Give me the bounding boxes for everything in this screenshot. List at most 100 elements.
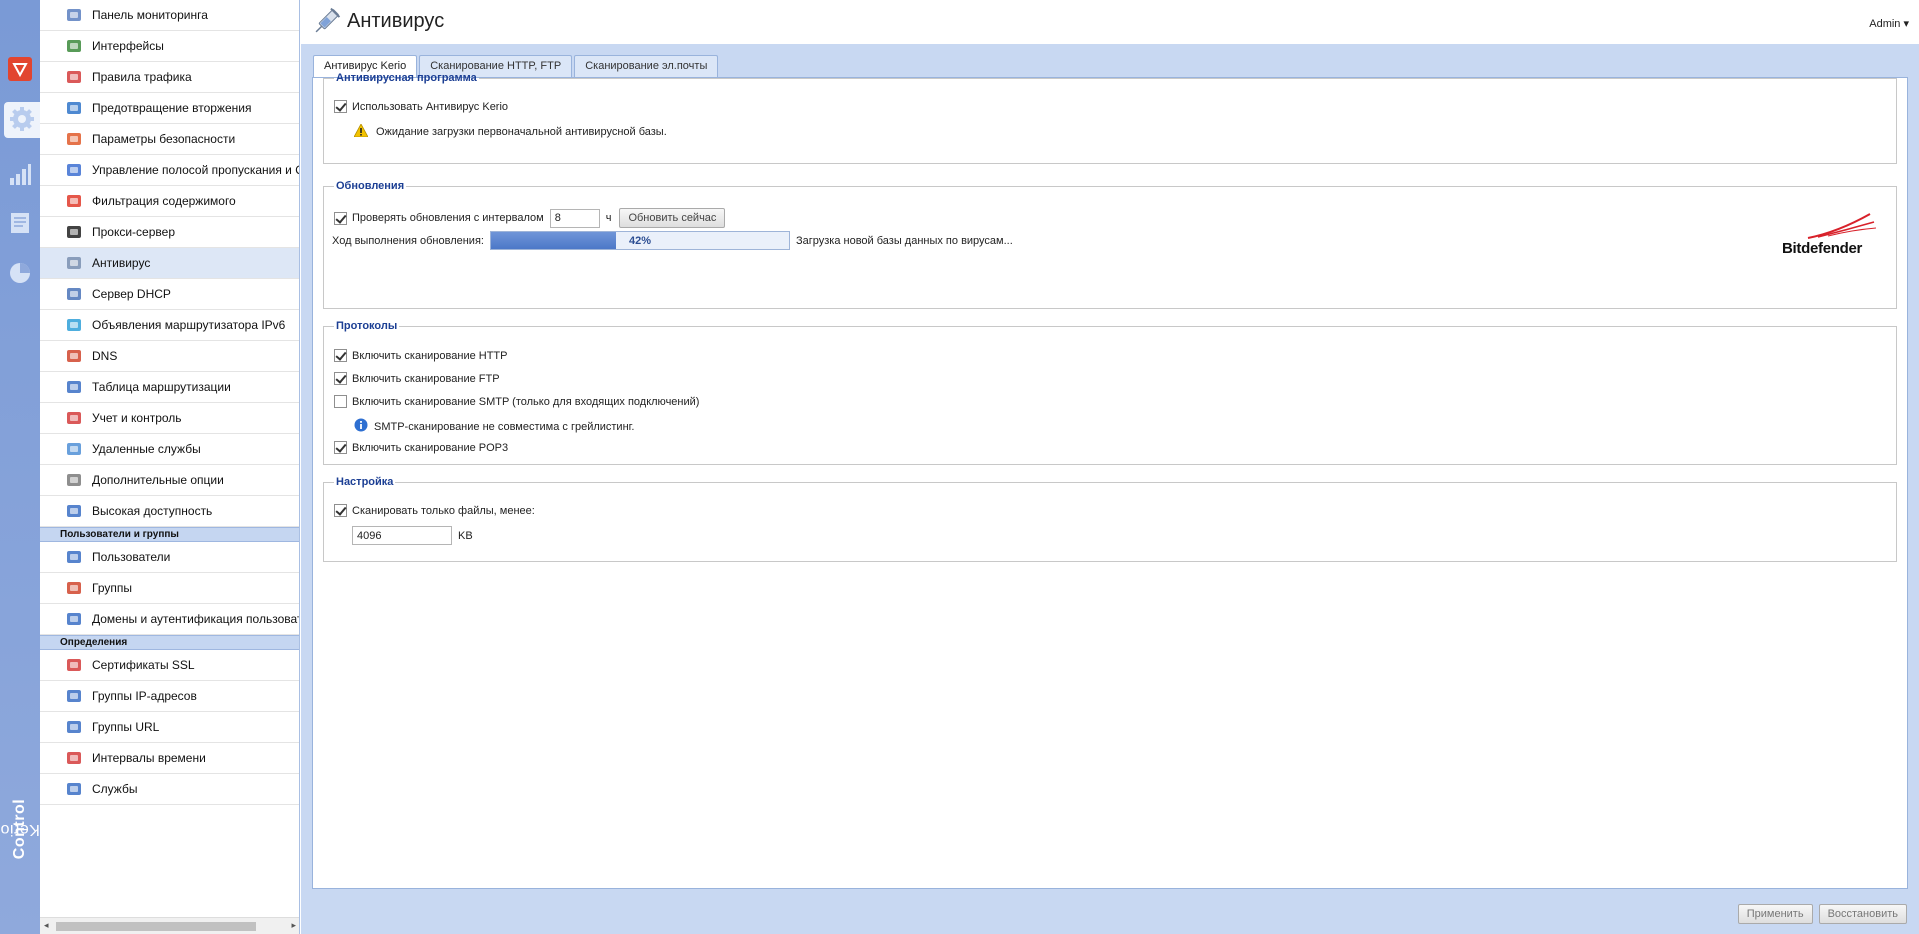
bandwidth-icon: [64, 161, 84, 179]
nav-item-label: Объявления маршрутизатора IPv6: [92, 318, 286, 332]
scroll-right-icon[interactable]: ▸: [291, 920, 296, 931]
use-kerio-label: Использовать Антивирус Kerio: [352, 100, 509, 113]
warning-row: Ожидание загрузки первоначальной антивир…: [353, 123, 667, 140]
nav-item-6[interactable]: Фильтрация содержимого: [40, 186, 299, 217]
progress-label: Ход выполнения обновления:: [332, 234, 484, 247]
main-area: Антивирус Admin ▾ Антивирус Kerio Сканир…: [301, 0, 1919, 934]
nav-item-label: Сервер DHCP: [92, 287, 171, 301]
nav-definitions-item-3[interactable]: Интервалы времени: [40, 743, 299, 774]
gear-icon: [9, 106, 35, 135]
dns-icon: [64, 347, 84, 365]
nav-item-label: Группы: [92, 581, 132, 595]
nav-item-label: Удаленные службы: [92, 442, 201, 456]
updates-legend: Обновления: [336, 180, 405, 192]
check-updates-label: Проверять обновления с интервалом: [352, 212, 544, 224]
nav-definitions-item-2[interactable]: Группы URL: [40, 712, 299, 743]
nav-group-definitions: Определения: [40, 635, 299, 650]
nav-item-0[interactable]: Панель мониторинга: [40, 0, 299, 31]
nav-definitions-item-1[interactable]: Группы IP-адресов: [40, 681, 299, 712]
security-app-button[interactable]: [0, 52, 40, 88]
nav-item-label: Антивирус: [92, 256, 151, 270]
status-app-button[interactable]: [0, 157, 40, 193]
nav-item-11[interactable]: DNS: [40, 341, 299, 372]
nav-item-9[interactable]: Сервер DHCP: [40, 279, 299, 310]
nav-item-label: Учет и контроль: [92, 411, 182, 425]
nav-item-label: DNS: [92, 349, 118, 363]
scan-limit-row: Сканировать только файлы, менее:: [334, 504, 535, 517]
nav-item-label: Панель мониторинга: [92, 8, 208, 22]
update-interval-input[interactable]: [549, 208, 600, 228]
nav-item-14[interactable]: Удаленные службы: [40, 434, 299, 465]
nav-item-label: Правила трафика: [92, 70, 192, 84]
nav-item-15[interactable]: Дополнительные опции: [40, 465, 299, 496]
options-icon: [64, 471, 84, 489]
smtp-scan-checkbox[interactable]: [334, 395, 347, 408]
restore-button[interactable]: Восстановить: [1818, 904, 1907, 924]
scroll-left-icon[interactable]: ◂: [44, 920, 49, 931]
log-icon: [8, 211, 32, 238]
traffic-rules-icon: [64, 68, 84, 86]
nav-item-label: Интервалы времени: [92, 751, 206, 765]
nav-item-label: Управление полосой пропускания и QoS: [92, 163, 300, 177]
nav-item-4[interactable]: Параметры безопасности: [40, 124, 299, 155]
http-scan-checkbox[interactable]: [334, 349, 347, 362]
size-unit-label: KB: [458, 529, 473, 542]
apply-button[interactable]: Применить: [1737, 904, 1813, 924]
http-scan-row: Включить сканирование HTTP: [334, 349, 507, 362]
protocols-legend: Протоколы: [336, 320, 398, 332]
nav-item-label: Группы URL: [92, 720, 160, 734]
nav-item-5[interactable]: Управление полосой пропускания и QoS: [40, 155, 299, 186]
nav-item-label: Службы: [92, 782, 138, 796]
pop3-scan-checkbox[interactable]: [334, 441, 347, 454]
nav-horizontal-scrollbar[interactable]: ◂ ▸: [40, 917, 299, 934]
protocols-group: Протоколы Включить сканирование HTTP Вкл…: [323, 320, 1897, 465]
nav-item-10[interactable]: Объявления маршрутизатора IPv6: [40, 310, 299, 341]
nav-item-label: Домены и аутентификация пользователей: [92, 612, 299, 626]
update-now-button[interactable]: Обновить сейчас: [619, 208, 726, 228]
update-status-text: Загрузка новой базы данных по вирусам...: [795, 234, 1013, 247]
settings-group: Настройка Сканировать только файлы, мене…: [323, 476, 1897, 562]
nav-item-label: Предотвращение вторжения: [92, 101, 252, 115]
nav-users-item-1[interactable]: Группы: [40, 573, 299, 604]
nav-item-3[interactable]: Предотвращение вторжения: [40, 93, 299, 124]
dashboard-icon: [64, 6, 84, 24]
nav-item-label: Интерфейсы: [92, 39, 164, 53]
info-icon: [354, 418, 368, 435]
nav-item-7[interactable]: Прокси-сервер: [40, 217, 299, 248]
nav-item-label: Таблица маршрутизации: [92, 380, 231, 394]
use-kerio-checkbox[interactable]: [334, 100, 347, 113]
user-menu[interactable]: Admin ▾: [1869, 17, 1909, 30]
nav-definitions-item-0[interactable]: Сертификаты SSL: [40, 650, 299, 681]
nav-definitions-item-4[interactable]: Службы: [40, 774, 299, 805]
nav-users-item-0[interactable]: Пользователи: [40, 542, 299, 573]
scan-limit-label: Сканировать только файлы, менее:: [352, 504, 535, 517]
smtp-info-row: SMTP-сканирование не совместима с грейли…: [354, 418, 634, 435]
nav-item-label: Сертификаты SSL: [92, 658, 195, 672]
warning-icon: [353, 123, 369, 140]
ipv6-icon: [64, 316, 84, 334]
updates-group: Обновления Проверять обновления с интерв…: [323, 180, 1897, 309]
footer-buttons: Применить Восстановить: [1732, 904, 1907, 924]
nav-item-8[interactable]: Антивирус: [40, 248, 299, 279]
nav-users-item-2[interactable]: Домены и аутентификация пользователей: [40, 604, 299, 635]
smtp-scan-row: Включить сканирование SMTP (только для в…: [334, 395, 699, 408]
antivirus-program-legend: Антивирусная программа: [336, 72, 477, 84]
scan-limit-checkbox[interactable]: [334, 504, 347, 517]
page-header: Антивирус Admin ▾: [301, 0, 1919, 45]
nav-item-2[interactable]: Правила трафика: [40, 62, 299, 93]
check-updates-checkbox[interactable]: [334, 211, 347, 225]
nav-item-16[interactable]: Высокая доступность: [40, 496, 299, 527]
nav-item-13[interactable]: Учет и контроль: [40, 403, 299, 434]
pop3-scan-label: Включить сканирование POP3: [352, 441, 509, 454]
tab-panel: Антивирусная программа Использовать Анти…: [312, 72, 1908, 889]
nav-item-12[interactable]: Таблица маршрутизации: [40, 372, 299, 403]
configuration-app-button[interactable]: [4, 102, 40, 138]
settings-legend: Настройка: [336, 476, 394, 488]
size-limit-input[interactable]: [352, 526, 452, 545]
logs-app-button[interactable]: [0, 206, 40, 242]
nav-users-list: Пользователи Группы Домены и аутентификаци…: [40, 542, 299, 635]
nav-item-1[interactable]: Интерфейсы: [40, 31, 299, 62]
statistics-app-button[interactable]: [0, 256, 40, 292]
scrollbar-thumb[interactable]: [56, 922, 256, 931]
ftp-scan-checkbox[interactable]: [334, 372, 347, 385]
